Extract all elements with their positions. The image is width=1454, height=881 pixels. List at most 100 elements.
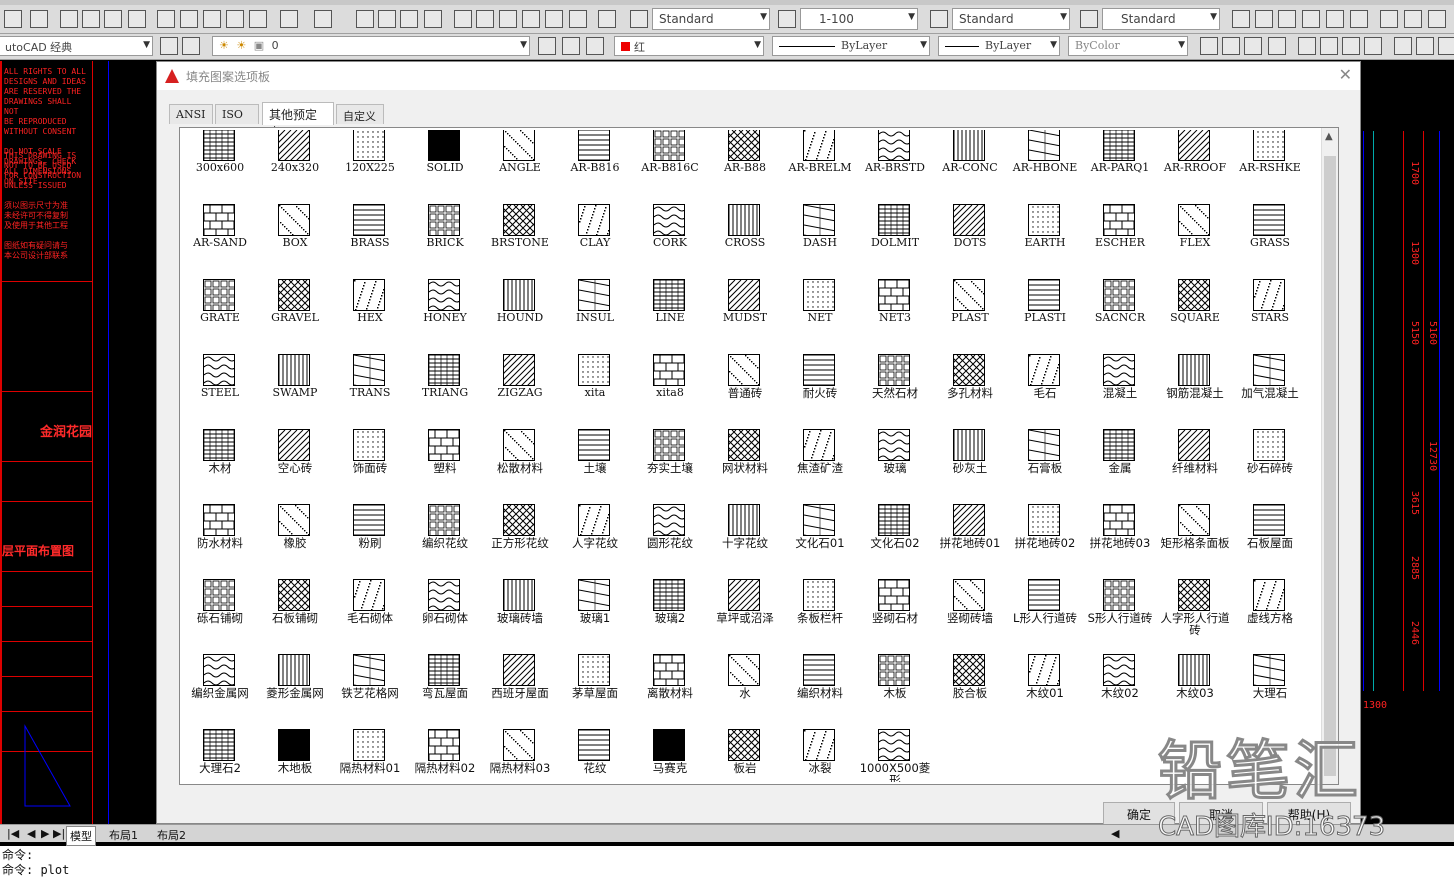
pattern-swatch[interactable] [578, 204, 610, 236]
pattern-item[interactable]: xita [558, 349, 632, 423]
pattern-swatch[interactable] [578, 279, 610, 311]
pattern-swatch[interactable] [278, 204, 310, 236]
pattern-swatch[interactable] [1103, 654, 1135, 686]
pattern-item[interactable]: 玻璃2 [633, 574, 707, 648]
pattern-item[interactable]: PLASTI [1008, 274, 1082, 348]
nav-first-icon[interactable]: |◀ [4, 826, 22, 841]
pattern-swatch[interactable] [1253, 204, 1285, 236]
pattern-swatch[interactable] [1028, 654, 1060, 686]
pattern-item[interactable]: HOUND [483, 274, 557, 348]
pattern-swatch[interactable] [728, 429, 760, 461]
pattern-item[interactable]: AR-BRSTD [858, 130, 932, 198]
pattern-item[interactable]: BRICK [408, 199, 482, 273]
close-icon[interactable]: ✕ [1339, 65, 1352, 84]
hscroll-left-icon[interactable]: ◀ [1108, 826, 1122, 841]
table-style-select[interactable]: Standard ▼ [952, 8, 1070, 30]
pattern-item[interactable]: 毛石 [1008, 349, 1082, 423]
linear-dim-icon[interactable] [1200, 37, 1218, 55]
layer-tool-6-icon[interactable] [1350, 10, 1368, 28]
pattern-item[interactable]: 茅草屋面 [558, 649, 632, 723]
pattern-swatch[interactable] [653, 130, 685, 161]
pattern-item[interactable]: TRANS [333, 349, 407, 423]
pattern-item[interactable]: 网状材料 [708, 424, 782, 498]
design-center-icon[interactable] [476, 10, 494, 28]
pattern-item[interactable]: STARS [1233, 274, 1307, 348]
pan-icon[interactable] [356, 10, 374, 28]
pattern-swatch[interactable] [203, 504, 235, 536]
tab-layout2[interactable]: 布局2 [154, 826, 189, 844]
pattern-item[interactable]: CORK [633, 199, 707, 273]
pattern-item[interactable]: 石膏板 [1008, 424, 1082, 498]
pattern-swatch[interactable] [1178, 579, 1210, 611]
pattern-swatch[interactable] [1253, 654, 1285, 686]
calculator-icon[interactable] [569, 10, 587, 28]
pattern-item[interactable]: 防水材料 [183, 499, 257, 573]
angular-dim-icon[interactable] [1364, 37, 1382, 55]
properties-icon[interactable] [454, 10, 472, 28]
pattern-item[interactable]: 竖砌砖墙 [933, 574, 1007, 648]
pattern-swatch[interactable] [953, 204, 985, 236]
pattern-swatch[interactable] [1178, 654, 1210, 686]
pattern-item[interactable]: MUDST [708, 274, 782, 348]
pattern-item[interactable]: 板岩 [708, 724, 782, 782]
pattern-item[interactable]: 隔热材料01 [333, 724, 407, 782]
pattern-swatch[interactable] [503, 579, 535, 611]
pattern-swatch[interactable] [353, 130, 385, 161]
pattern-item[interactable]: L形人行道砖 [1008, 574, 1082, 648]
copy-icon[interactable] [180, 10, 198, 28]
pattern-swatch[interactable] [1253, 279, 1285, 311]
pattern-item[interactable]: DOTS [933, 199, 1007, 273]
pattern-item[interactable]: 竖砌石材 [858, 574, 932, 648]
pattern-swatch[interactable] [503, 204, 535, 236]
pattern-item[interactable]: 砾石铺砌 [183, 574, 257, 648]
pattern-swatch[interactable] [578, 654, 610, 686]
pattern-item[interactable]: 拼花地砖01 [933, 499, 1007, 573]
pattern-swatch[interactable] [203, 579, 235, 611]
pattern-swatch[interactable] [1178, 429, 1210, 461]
pattern-item[interactable]: HEX [333, 274, 407, 348]
tab-iso[interactable]: ISO [215, 104, 259, 124]
pattern-item[interactable]: BOX [258, 199, 332, 273]
pattern-item[interactable]: 条板栏杆 [783, 574, 857, 648]
layer-tool-4-icon[interactable] [1302, 10, 1320, 28]
pattern-swatch[interactable] [278, 729, 310, 761]
pattern-swatch[interactable] [1103, 204, 1135, 236]
pattern-item[interactable]: 钢筋混凝土 [1158, 349, 1232, 423]
pattern-swatch[interactable] [1253, 354, 1285, 386]
pattern-swatch[interactable] [653, 729, 685, 761]
zoom-previous-icon[interactable] [424, 10, 442, 28]
pattern-item[interactable]: SACNCR [1083, 274, 1157, 348]
drawing-area-right[interactable]: 5150 5160 1300 1700 3615 12730 2885 2446… [1361, 61, 1454, 824]
pattern-swatch[interactable] [578, 504, 610, 536]
pattern-item[interactable]: PLAST [933, 274, 1007, 348]
pattern-swatch[interactable] [953, 579, 985, 611]
pattern-item[interactable]: 冰裂 [783, 724, 857, 782]
continue-dim-icon[interactable] [1438, 37, 1454, 55]
pattern-item[interactable]: BRASS [333, 199, 407, 273]
layer-tool-icon[interactable] [1232, 10, 1250, 28]
pattern-swatch[interactable] [203, 654, 235, 686]
pattern-swatch[interactable] [1028, 579, 1060, 611]
pattern-item[interactable]: BRSTONE [483, 199, 557, 273]
pattern-swatch[interactable] [1103, 579, 1135, 611]
pattern-swatch[interactable] [728, 654, 760, 686]
pattern-swatch[interactable] [578, 579, 610, 611]
arc-dim-icon[interactable] [1244, 37, 1262, 55]
save-icon[interactable] [30, 10, 48, 28]
pattern-swatch[interactable] [1178, 204, 1210, 236]
make-current-layer-icon[interactable] [538, 37, 556, 55]
pattern-swatch[interactable] [278, 504, 310, 536]
pattern-swatch[interactable] [353, 429, 385, 461]
ordinate-dim-icon[interactable] [1268, 37, 1286, 55]
pattern-swatch[interactable] [1103, 504, 1135, 536]
pattern-item[interactable]: 虚线方格 [1233, 574, 1307, 648]
pattern-item[interactable]: 矩形格条面板 [1158, 499, 1232, 573]
pattern-item[interactable]: 橡胶 [258, 499, 332, 573]
nav-prev-icon[interactable]: ◀ [24, 826, 38, 841]
pattern-item[interactable]: 玻璃砖墙 [483, 574, 557, 648]
pattern-swatch[interactable] [878, 279, 910, 311]
pattern-item[interactable]: AR-B88 [708, 130, 782, 198]
pattern-swatch[interactable] [653, 654, 685, 686]
pattern-swatch[interactable] [653, 354, 685, 386]
pattern-item[interactable]: 弯瓦屋面 [408, 649, 482, 723]
